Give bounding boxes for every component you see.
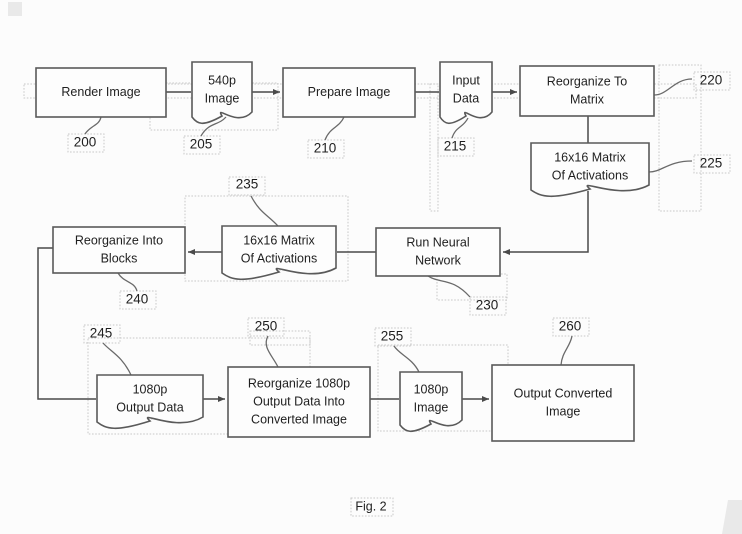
leader-225 <box>648 160 693 173</box>
node-label-line: 1080p <box>414 382 449 396</box>
node-shape-rect[interactable] <box>491 364 635 442</box>
reference-numeral-230: 230 <box>476 298 499 313</box>
figure-caption: Fig. 2 <box>355 499 386 513</box>
node-540p-image[interactable]: 540p Image <box>191 61 253 125</box>
node-label-line: Image <box>414 400 449 414</box>
ocr-overlay-group <box>23 64 731 517</box>
node-label-line: 1080p <box>133 382 168 396</box>
node-label-line: 540p <box>208 73 236 87</box>
leader-245 <box>102 342 132 376</box>
reference-numeral-240: 240 <box>126 292 149 307</box>
ocr-box-220-region <box>658 64 702 212</box>
ocr-box-230-region <box>436 273 508 301</box>
reference-numeral-235: 235 <box>236 177 259 192</box>
node-label-line: Matrix <box>570 92 605 106</box>
node-label-line: Render Image <box>61 85 140 99</box>
node-render-image[interactable]: Render Image <box>35 67 167 118</box>
flowchart-diagram: Render Image 540p Image Prepare Image Input D… <box>8 2 742 534</box>
node-label-line: Image <box>546 404 581 418</box>
ocr-box-215-region <box>429 83 439 212</box>
node-matrix-activations-input[interactable]: 16x16 Matrix Of Activations <box>530 142 650 198</box>
node-label-line: Prepare Image <box>308 85 391 99</box>
leader-250 <box>265 335 279 368</box>
node-reorganize-1080p[interactable]: Reorganize 1080p Output Data Into Converte… <box>227 366 371 438</box>
node-label-line: Input <box>452 73 480 87</box>
node-label-line: 16x16 Matrix <box>554 150 626 164</box>
node-label-line: Image <box>205 91 240 105</box>
node-label-line: Converted Image <box>251 412 347 426</box>
node-label-line: Output Data Into <box>253 394 345 408</box>
reference-numeral-210: 210 <box>314 141 337 156</box>
edge-matrix-to-nn <box>503 191 589 255</box>
node-label-line: Output Converted <box>514 386 613 400</box>
node-label-line: Reorganize To <box>547 74 627 88</box>
reference-numeral-225: 225 <box>700 156 723 171</box>
leader-210 <box>324 116 345 141</box>
reference-numeral-245: 245 <box>90 326 113 341</box>
reference-numeral-200: 200 <box>74 135 97 150</box>
node-label-line: Data <box>453 91 479 105</box>
reference-numeral-205: 205 <box>190 137 213 152</box>
node-label-line: Network <box>415 253 462 267</box>
node-output-converted-image[interactable]: Output Converted Image <box>491 364 635 442</box>
node-label-line: Of Activations <box>241 251 317 265</box>
leader-240 <box>117 272 138 292</box>
node-reorganize-to-matrix[interactable]: Reorganize To Matrix <box>519 65 655 117</box>
leader-255 <box>393 345 420 373</box>
node-matrix-activations-output[interactable]: 16x16 Matrix Of Activations <box>221 225 337 281</box>
node-label-line: Run Neural <box>406 235 469 249</box>
node-label-line: Reorganize 1080p <box>248 376 350 390</box>
reference-numeral-255: 255 <box>381 329 404 344</box>
node-label-line: 16x16 Matrix <box>243 233 315 247</box>
leader-230 <box>427 275 471 298</box>
node-1080p-output-data[interactable]: 1080p Output Data <box>96 374 204 430</box>
node-input-data[interactable]: Input Data <box>439 61 493 125</box>
node-label-line: Of Activations <box>552 168 628 182</box>
node-label-line: Output Data <box>116 400 183 414</box>
figure-canvas: Render Image 540p Image Prepare Image Input D… <box>0 0 742 534</box>
reference-numeral-250: 250 <box>255 319 278 334</box>
reference-numeral-260: 260 <box>559 319 582 334</box>
leader-200 <box>84 116 102 135</box>
reference-numeral-215: 215 <box>444 139 467 154</box>
node-label-line: Reorganize Into <box>75 233 163 247</box>
node-reorganize-into-blocks[interactable]: Reorganize Into Blocks <box>52 226 186 274</box>
reference-numeral-220: 220 <box>700 73 723 88</box>
leader-220 <box>653 78 693 96</box>
page-corner-artifact-top-left <box>8 2 22 16</box>
page-corner-artifact-bottom-right <box>722 500 742 534</box>
leader-260 <box>560 335 573 366</box>
node-run-neural-network[interactable]: Run Neural Network <box>375 227 501 277</box>
node-prepare-image[interactable]: Prepare Image <box>282 67 416 118</box>
node-1080p-image[interactable]: 1080p Image <box>399 371 463 433</box>
leader-235 <box>250 195 279 227</box>
node-label-line: Blocks <box>101 251 138 265</box>
